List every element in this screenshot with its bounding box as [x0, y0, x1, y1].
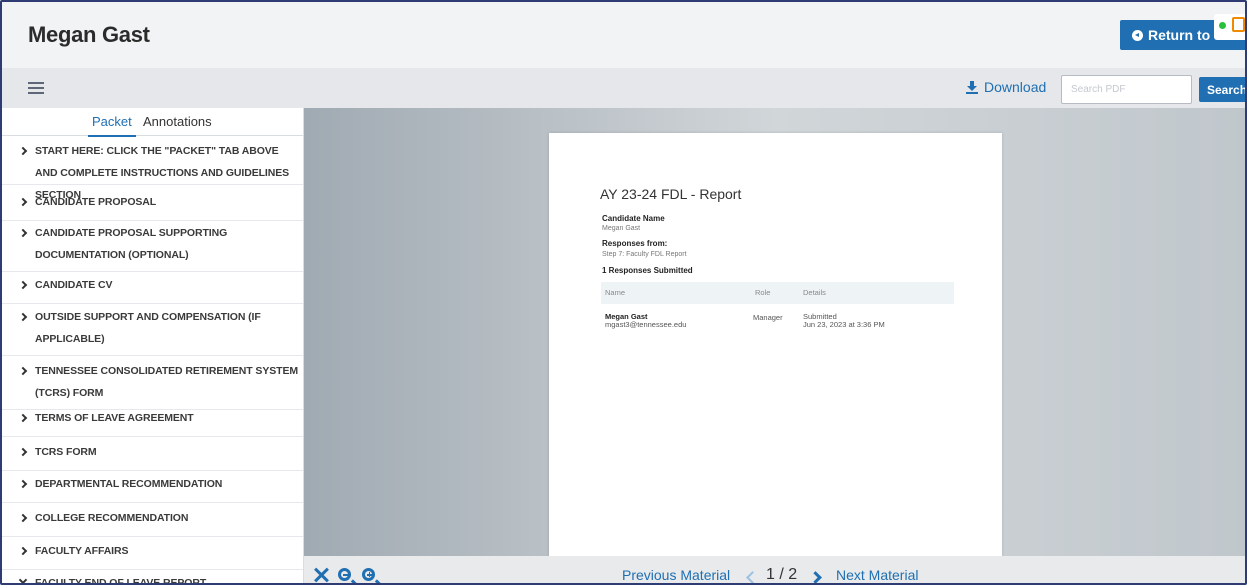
sidebar-item-proposal-supporting-docs[interactable]: CANDIDATE PROPOSAL SUPPORTING DOCUMENTAT…	[2, 222, 303, 272]
chevron-right-icon	[18, 366, 28, 376]
pdf-col-name: Name	[605, 288, 626, 297]
viewer-footer: Previous Material 1 / 2 Next Material	[304, 556, 1245, 583]
pdf-row-date: Jun 23, 2023 at 3:36 PM	[803, 320, 885, 329]
sidebar-item-label: TERMS OF LEAVE AGREEMENT	[35, 412, 194, 424]
extension-badge[interactable]	[1214, 14, 1245, 40]
chevron-down-icon	[18, 575, 28, 583]
sidebar-item-label: COLLEGE RECOMMENDATION	[35, 512, 189, 524]
sidebar-item-label: CANDIDATE PROPOSAL	[35, 196, 157, 208]
sidebar-item-outside-support[interactable]: OUTSIDE SUPPORT AND COMPENSATION (IF APP…	[2, 306, 303, 356]
sidebar-item-label: TCRS FORM	[35, 446, 97, 458]
sidebar-item-label: FACULTY AFFAIRS	[35, 545, 129, 557]
zoom-in-icon[interactable]	[362, 568, 375, 581]
expand-icon[interactable]	[314, 568, 328, 582]
chevron-right-icon	[18, 197, 28, 207]
download-button[interactable]: Download	[966, 79, 1046, 95]
sidebar-item-candidate-cv[interactable]: CANDIDATE CV	[2, 274, 303, 304]
chevron-right-icon	[18, 146, 28, 156]
extension-icon	[1232, 17, 1245, 32]
previous-material-link[interactable]: Previous Material	[622, 567, 730, 583]
tab-packet[interactable]: Packet	[88, 114, 136, 137]
sidebar-item-candidate-proposal[interactable]: CANDIDATE PROPOSAL	[2, 191, 303, 221]
sidebar-item-faculty-end-of-leave-report[interactable]: FACULTY END OF LEAVE REPORT	[2, 572, 303, 585]
pdf-candidate-name-label: Candidate Name	[602, 214, 665, 223]
chevron-right-icon	[18, 228, 28, 238]
chevron-right-icon[interactable]	[809, 571, 822, 583]
sidebar-item-label: OUTSIDE SUPPORT AND COMPENSATION (IF APP…	[35, 311, 261, 345]
sidebar-item-departmental-recommendation[interactable]: DEPARTMENTAL RECOMMENDATION	[2, 473, 303, 503]
zoom-out-icon[interactable]	[338, 568, 351, 581]
pdf-candidate-name: Megan Gast	[602, 225, 641, 232]
pdf-row-email: mgast3@tennessee.edu	[605, 320, 687, 329]
app-window: Megan Gast Return to Ca Download Search …	[0, 0, 1247, 585]
table-row: Megan Gast mgast3@tennessee.edu Manager …	[601, 304, 954, 334]
chevron-left-icon[interactable]	[746, 571, 759, 583]
sidebar-item-label: TENNESSEE CONSOLIDATED RETIREMENT SYSTEM…	[35, 365, 298, 399]
chevron-right-icon	[18, 479, 28, 489]
status-dot-icon	[1219, 22, 1226, 29]
chevron-right-icon	[18, 413, 28, 423]
sidebar-item-label: CANDIDATE PROPOSAL SUPPORTING DOCUMENTAT…	[35, 227, 228, 261]
pdf-table-header: Name Role Details	[601, 282, 954, 304]
page-separator: /	[779, 566, 784, 583]
pdf-title: AY 23-24 FDL - Report	[600, 186, 742, 202]
chevron-right-icon	[18, 312, 28, 322]
page-current: 1	[766, 566, 775, 583]
download-label: Download	[984, 79, 1047, 95]
sidebar-item-label: DEPARTMENTAL RECOMMENDATION	[35, 478, 223, 490]
page-total: 2	[788, 566, 798, 583]
download-icon	[966, 81, 978, 94]
search-button[interactable]: Search	[1199, 77, 1245, 102]
sidebar-item-college-recommendation[interactable]: COLLEGE RECOMMENDATION	[2, 507, 303, 537]
arrow-circle-left-icon	[1132, 29, 1143, 41]
pdf-row-role: Manager	[753, 313, 783, 322]
sidebar-item-faculty-affairs[interactable]: FACULTY AFFAIRS	[2, 540, 303, 570]
packet-sidebar: Packet Annotations START HERE: CLICK THE…	[2, 108, 304, 585]
header-bar: Megan Gast Return to Ca	[2, 2, 1245, 68]
pdf-col-details: Details	[803, 288, 826, 297]
sidebar-item-tcrs-form[interactable]: TCRS FORM	[2, 441, 303, 471]
sidebar-item-label: FACULTY END OF LEAVE REPORT	[35, 577, 207, 585]
tab-annotations[interactable]: Annotations	[143, 114, 212, 129]
pdf-responses-table: Name Role Details Megan Gast mgast3@tenn…	[601, 282, 954, 334]
pdf-responses-from: Step 7: Faculty FDL Report	[602, 251, 687, 258]
next-material-link[interactable]: Next Material	[836, 567, 918, 583]
chevron-right-icon	[18, 513, 28, 523]
chevron-right-icon	[18, 280, 28, 290]
sidebar-item-start-here[interactable]: START HERE: CLICK THE "PACKET" TAB ABOVE…	[2, 140, 303, 201]
chevron-right-icon	[18, 447, 28, 457]
sidebar-tabs: Packet Annotations	[2, 108, 303, 137]
chevron-right-icon	[18, 546, 28, 556]
hamburger-icon[interactable]	[28, 82, 44, 94]
pdf-responses-from-label: Responses from:	[602, 239, 668, 248]
page-title: Megan Gast	[28, 22, 150, 47]
sidebar-item-label: CANDIDATE CV	[35, 279, 113, 291]
search-input[interactable]	[1061, 75, 1192, 104]
page-indicator: 1 / 2	[766, 566, 798, 583]
sidebar-item-tcrs-system[interactable]: TENNESSEE CONSOLIDATED RETIREMENT SYSTEM…	[2, 360, 303, 410]
pdf-col-role: Role	[755, 288, 771, 297]
sidebar-item-terms-of-leave[interactable]: TERMS OF LEAVE AGREEMENT	[2, 407, 303, 437]
pdf-responses-count: 1 Responses Submitted	[602, 266, 693, 275]
pdf-page: AY 23-24 FDL - Report Candidate Name Meg…	[549, 133, 1002, 557]
